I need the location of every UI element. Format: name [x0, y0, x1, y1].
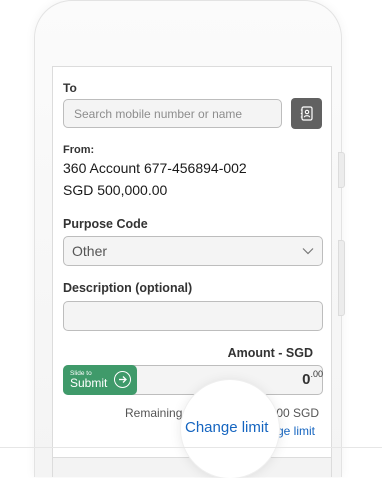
amount-cents: .00 — [310, 369, 323, 379]
power-button — [338, 240, 345, 316]
slide-to-submit-button[interactable]: Slide to Submit — [63, 365, 137, 395]
divider — [0, 447, 382, 448]
amount-label: Amount - SGD — [227, 346, 313, 360]
purpose-code-label: Purpose Code — [63, 217, 148, 231]
from-label: From: — [63, 144, 95, 156]
purpose-code-value: Other — [72, 243, 108, 259]
remaining-limit-label: Remaining — [125, 406, 183, 420]
remaining-limit-amount: .00 SGD — [273, 406, 320, 420]
description-input[interactable] — [63, 301, 323, 331]
chevron-down-icon — [302, 248, 314, 255]
from-balance: SGD 500,000.00 — [63, 182, 168, 198]
contact-book-icon — [300, 106, 313, 121]
change-limit-link[interactable]: ge limit — [277, 424, 315, 438]
arrow-right-icon — [114, 371, 131, 388]
volume-button — [338, 152, 345, 188]
description-label: Description (optional) — [63, 281, 193, 295]
magnifier-bubble: Change limit — [181, 380, 279, 478]
from-account: 360 Account 677-456894-002 — [63, 160, 247, 176]
change-limit-magnified-link[interactable]: Change limit — [185, 419, 268, 436]
purpose-code-select[interactable]: Other — [63, 236, 323, 266]
recipient-search-input[interactable] — [63, 99, 282, 128]
amount-value: 0.00 — [302, 369, 323, 388]
to-label: To — [63, 81, 77, 95]
submit-text: Submit — [70, 376, 108, 390]
contacts-button[interactable] — [291, 98, 322, 129]
